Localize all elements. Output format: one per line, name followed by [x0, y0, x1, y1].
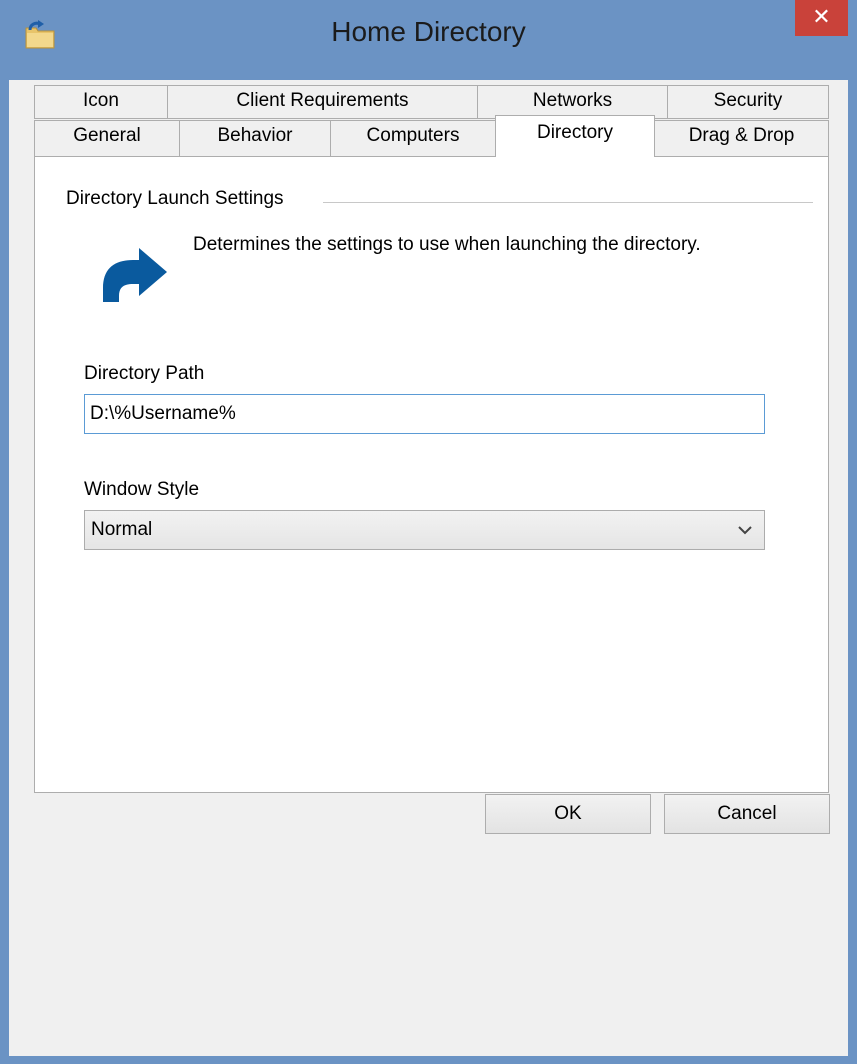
title-bar[interactable]: Home Directory ✕ [0, 0, 857, 80]
window-style-select[interactable]: Normal [84, 510, 765, 550]
close-icon: ✕ [812, 4, 831, 29]
tab-client-requirements[interactable]: Client Requirements [167, 85, 478, 119]
tab-drag-and-drop[interactable]: Drag & Drop [654, 120, 829, 157]
tab-computers[interactable]: Computers [330, 120, 496, 157]
chevron-down-icon [738, 526, 752, 535]
tab-behavior[interactable]: Behavior [179, 120, 331, 157]
tab-networks[interactable]: Networks [477, 85, 668, 119]
window-title: Home Directory [331, 16, 526, 47]
dialog-window: Home Directory ✕ Icon Client Requirement… [0, 0, 857, 1064]
directory-path-input[interactable]: D:\%Username% [84, 394, 765, 434]
dialog-client-area: Icon Client Requirements Networks Securi… [9, 80, 848, 1056]
group-title: Directory Launch Settings [66, 188, 294, 210]
close-button[interactable]: ✕ [795, 0, 848, 36]
description-text: Determines the settings to use when laun… [193, 234, 701, 255]
tab-directory[interactable]: Directory [495, 115, 655, 157]
tab-icon[interactable]: Icon [34, 85, 168, 119]
window-style-value: Normal [91, 519, 153, 540]
directory-path-label: Directory Path [84, 363, 205, 384]
ok-button[interactable]: OK [485, 794, 651, 834]
window-style-label: Window Style [84, 479, 200, 500]
tab-security[interactable]: Security [667, 85, 829, 119]
tab-panel-directory: Directory Launch Settings Determines the… [34, 156, 829, 793]
group-divider [323, 202, 813, 203]
tab-general[interactable]: General [34, 120, 180, 157]
cancel-button[interactable]: Cancel [664, 794, 830, 834]
redirect-arrow-icon [103, 248, 167, 302]
